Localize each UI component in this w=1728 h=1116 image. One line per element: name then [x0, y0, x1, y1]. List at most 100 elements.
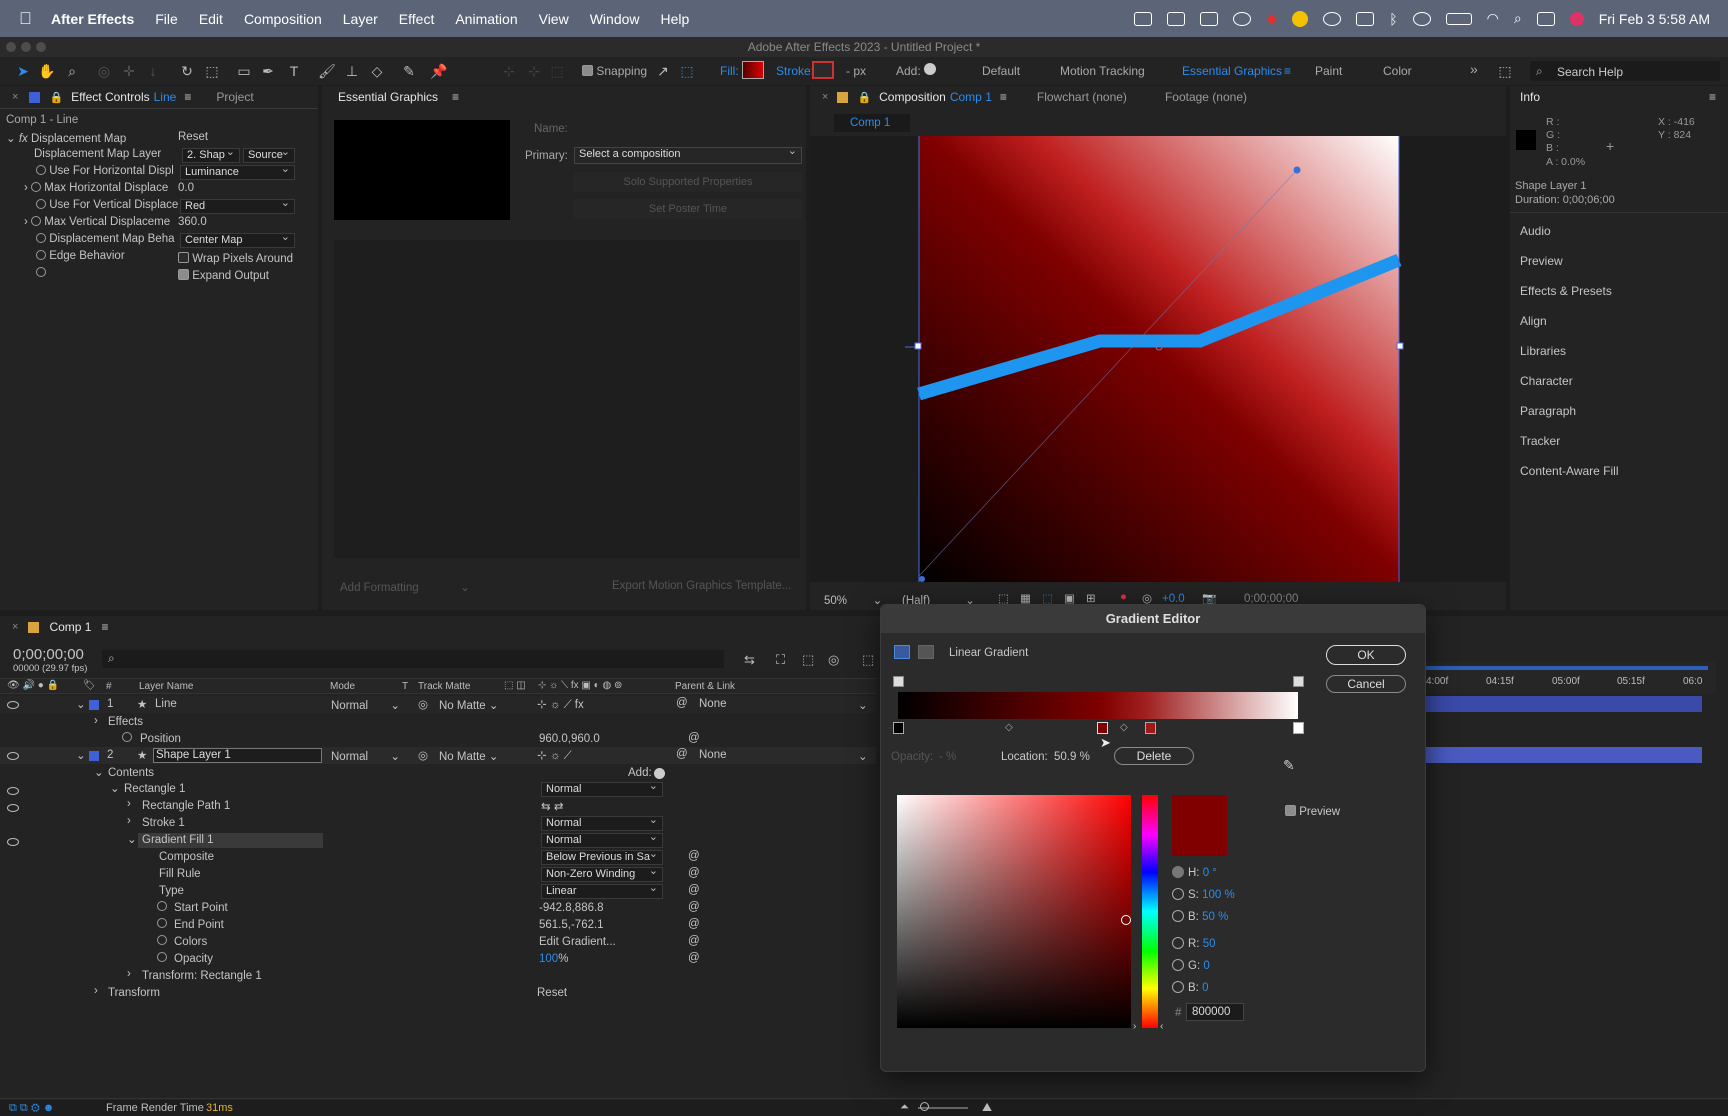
displacement-map-source-dropdown[interactable]: Source	[243, 148, 295, 163]
eye-icon[interactable]	[7, 787, 19, 795]
menu-composition[interactable]: Composition	[244, 11, 322, 27]
work-area-bar[interactable]	[1426, 666, 1708, 670]
stopwatch-icon[interactable]	[157, 901, 167, 913]
panel-menu-icon[interactable]: ≡	[184, 90, 191, 104]
timeline-search-field[interactable]: ⌕	[102, 650, 724, 668]
panel-paragraph[interactable]: Paragraph	[1520, 404, 1576, 418]
rectangle-tool-icon[interactable]: ▭	[235, 62, 253, 80]
contents-group[interactable]: Contents	[108, 767, 154, 779]
close-panel-icon[interactable]: ×	[12, 91, 18, 103]
color-stop-red[interactable]	[1145, 722, 1156, 734]
puppet-pin-tool-icon[interactable]: 📌	[430, 62, 448, 80]
timeline-row-layer2[interactable]	[0, 747, 876, 764]
eye-icon[interactable]	[7, 752, 19, 760]
expand-chevron-icon[interactable]: ›	[127, 798, 131, 810]
roto-brush-tool-icon[interactable]: ✎	[400, 62, 418, 80]
panel-character[interactable]: Character	[1520, 374, 1573, 388]
expand-chevron-icon[interactable]: ›	[127, 968, 131, 980]
tab-timeline-comp[interactable]: Comp 1	[49, 620, 91, 634]
battery-icon[interactable]	[1445, 12, 1472, 25]
transform-handle-right[interactable]	[1396, 342, 1404, 350]
gradient-ramp[interactable]	[898, 692, 1298, 719]
snap-edges-icon[interactable]: ↗	[654, 62, 672, 80]
workspace-default[interactable]: Default	[982, 64, 1020, 78]
set-poster-time-button[interactable]: Set Poster Time	[574, 199, 802, 219]
selection-tool-icon[interactable]: ➤	[14, 62, 32, 80]
add-property-button[interactable]	[924, 63, 936, 75]
snapping-checkbox[interactable]: Snapping	[582, 64, 647, 78]
effect-reset-link[interactable]: Reset	[178, 131, 208, 143]
col-layer-name[interactable]: Layer Name	[139, 681, 193, 692]
stopwatch-icon[interactable]	[36, 233, 46, 243]
layer2-track-matte[interactable]: No Matte ⌄	[439, 749, 499, 763]
tab-footage[interactable]: Footage (none)	[1165, 90, 1247, 104]
menu-layer[interactable]: Layer	[343, 11, 378, 27]
panel-menu-icon[interactable]: ≡	[101, 620, 108, 634]
zoom-slider-thumb[interactable]	[920, 1102, 929, 1111]
graph-editor-icon[interactable]: ⬚	[862, 652, 874, 668]
gradient-end-handle[interactable]	[1293, 166, 1301, 174]
axis-local-icon[interactable]: ⊹	[500, 62, 518, 80]
zoom-out-icon[interactable]: ⏶	[900, 1101, 909, 1114]
timeline-row-layer1[interactable]	[0, 696, 876, 713]
stopwatch-icon[interactable]	[36, 250, 46, 260]
end-point-value[interactable]: 561.5,-762.1	[539, 919, 604, 931]
pick-whip-icon[interactable]: @	[676, 748, 688, 760]
saturation-field[interactable]: S: 100 %	[1172, 888, 1235, 901]
composition-name[interactable]: Comp 1	[950, 90, 992, 104]
comp-breadcrumb[interactable]: Comp 1	[834, 114, 910, 132]
creative-cloud-icon[interactable]	[1233, 11, 1252, 26]
delete-stop-button[interactable]: Delete	[1114, 747, 1194, 765]
stroke1-group[interactable]: Stroke 1	[142, 817, 185, 829]
expand-chevron-icon[interactable]: ⌄	[76, 697, 86, 711]
fill-rule-dropdown[interactable]: Non-Zero Winding	[541, 867, 663, 882]
search-help-field[interactable]: ⌕ Search Help	[1530, 61, 1720, 81]
rectangle1-blend-dropdown[interactable]: Normal	[541, 782, 663, 797]
linear-gradient-button[interactable]	[894, 645, 910, 659]
menu-effect[interactable]: Effect	[399, 11, 435, 27]
pan-camera-icon[interactable]: ✛	[120, 62, 138, 80]
opacity-value[interactable]: 100%	[539, 953, 568, 965]
panel-preview[interactable]: Preview	[1520, 254, 1563, 268]
preserve-transparency-icon[interactable]: ◎	[418, 697, 428, 711]
expression-icon[interactable]: @	[688, 952, 700, 964]
panel-menu-icon[interactable]: ≡	[1709, 90, 1716, 104]
map-behavior-dropdown[interactable]: Center Map	[180, 233, 295, 248]
preview-checkbox[interactable]: Preview	[1285, 805, 1340, 818]
panel-menu-icon[interactable]: ≡	[452, 90, 459, 104]
parent-dropdown-icon[interactable]: ⌄	[858, 698, 868, 712]
grammarly-icon[interactable]	[1323, 11, 1342, 26]
tab-project[interactable]: Project	[216, 90, 253, 104]
workspace-motion-tracking[interactable]: Motion Tracking	[1060, 64, 1145, 78]
workspace-paint[interactable]: Paint	[1315, 64, 1342, 78]
frame-blending-icon[interactable]: ◎	[828, 652, 839, 668]
dropbox-icon[interactable]: ◆	[1266, 10, 1277, 27]
expand-chevron-icon[interactable]: ›	[94, 715, 98, 727]
displacement-map-layer-dropdown[interactable]: 2. Shap	[182, 148, 240, 163]
grid-guides-icon[interactable]: ⊞	[1086, 591, 1096, 605]
menu-view[interactable]: View	[539, 11, 569, 27]
horizontal-displ-dropdown[interactable]: Luminance	[180, 165, 295, 180]
pan-behind-tool-icon[interactable]: ⬚	[203, 62, 221, 80]
stopwatch-icon[interactable]	[36, 199, 46, 209]
search-icon[interactable]: ⌕	[1514, 10, 1522, 27]
preserve-transparency-icon[interactable]: ◎	[418, 748, 428, 762]
menubar-datetime[interactable]: Fri Feb 3 5:58 AM	[1599, 11, 1710, 27]
color-stop-selected[interactable]	[1097, 722, 1108, 734]
rotation-tool-icon[interactable]: ↻	[178, 62, 196, 80]
type-tool-icon[interactable]: T	[285, 62, 303, 80]
workspace-menu-icon[interactable]: ≡	[1284, 64, 1291, 78]
parent-dropdown-icon[interactable]: ⌄	[858, 749, 868, 763]
panel-libraries[interactable]: Libraries	[1520, 344, 1566, 358]
expand-chevron-icon[interactable]: ⌄	[94, 765, 104, 779]
saturation-brightness-field[interactable]	[897, 795, 1131, 1028]
lock-icon[interactable]: 🔒	[857, 91, 871, 104]
menu-help[interactable]: Help	[661, 11, 690, 27]
stopwatch-icon[interactable]	[157, 952, 167, 964]
tab-info[interactable]: Info	[1520, 90, 1540, 104]
gradient-fill-group[interactable]: Gradient Fill 1	[142, 834, 214, 846]
magnification-dropdown[interactable]: 50% ⌄	[824, 593, 882, 607]
color-stop-white[interactable]	[1293, 722, 1304, 734]
solo-supported-button[interactable]: Solo Supported Properties	[574, 172, 802, 192]
path-direction-icons[interactable]: ⇆ ⇄	[541, 799, 563, 813]
